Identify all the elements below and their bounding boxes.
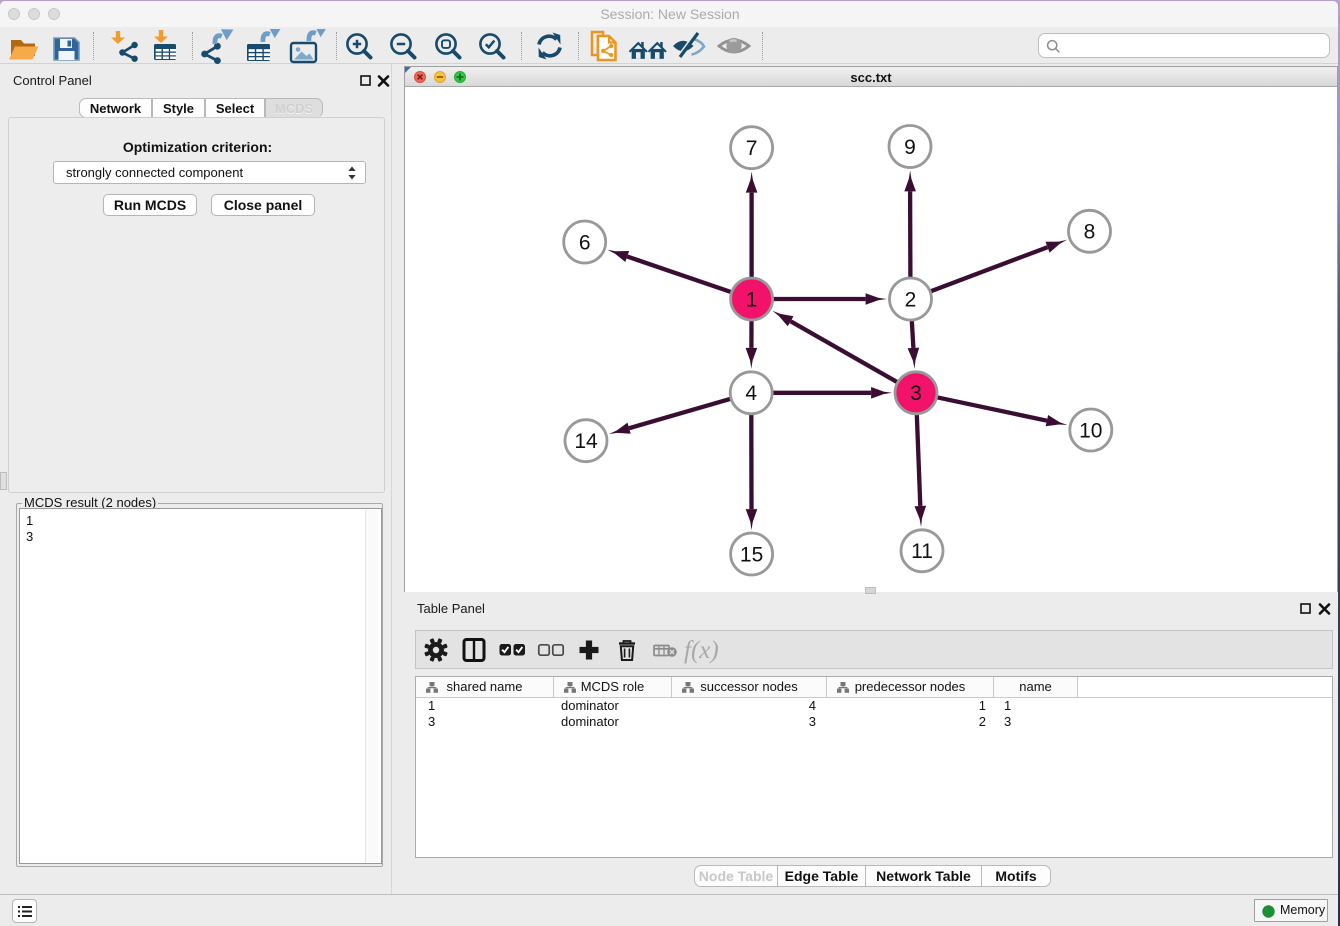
svg-text:2: 2	[905, 288, 917, 311]
svg-text:8: 8	[1084, 221, 1096, 244]
svg-text:9: 9	[904, 136, 916, 159]
svg-text:3: 3	[910, 382, 922, 405]
svg-text:f(x): f(x)	[684, 637, 719, 664]
svg-text:10: 10	[1079, 419, 1102, 442]
svg-text:1: 1	[746, 288, 758, 311]
svg-text:7: 7	[746, 137, 758, 160]
svg-text:15: 15	[740, 543, 763, 566]
svg-text:14: 14	[574, 430, 598, 453]
svg-text:6: 6	[579, 231, 591, 254]
svg-text:4: 4	[745, 382, 757, 405]
svg-text:11: 11	[911, 540, 933, 563]
